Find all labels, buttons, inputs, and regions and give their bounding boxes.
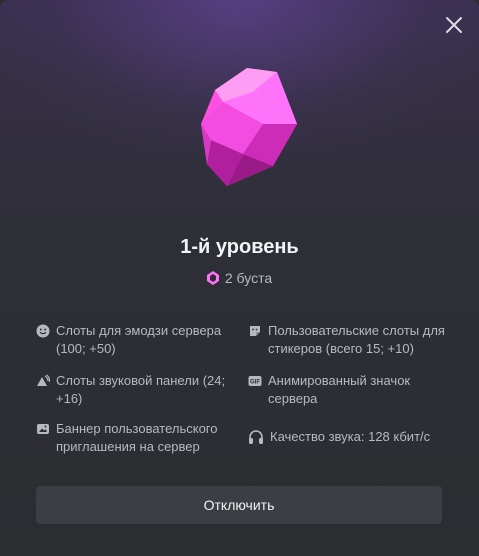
perk-label: Качество звука: 128 кбит/с — [270, 429, 431, 444]
headphones-icon — [249, 430, 263, 444]
tier-title: 1-й уровень — [180, 236, 299, 258]
perk-label: Слоты звуковой панели (24; +16) — [56, 373, 226, 406]
boost-tier-modal: 1-й уровень 2 буста Слоты для эмодзи сер… — [0, 0, 479, 556]
perk-audio-quality: Качество звука: 128 кбит/с — [248, 428, 470, 446]
soundboard-icon — [37, 374, 50, 386]
boost-gem-icon — [201, 68, 297, 186]
perk-animated-icon: GIF Анимированный значок сервера — [248, 372, 448, 408]
boost-count-row: 2 буста — [0, 270, 479, 286]
disable-button[interactable]: Отключить — [36, 486, 442, 524]
gif-icon: GIF — [248, 376, 262, 386]
sticker-icon — [250, 326, 260, 336]
perk-soundboard-slots: Слоты звуковой панели (24; +16) — [36, 372, 236, 408]
perk-sticker-slots: Пользовательские слоты для стикеров (все… — [248, 322, 460, 358]
perk-label: Слоты для эмодзи сервера (100; +50) — [56, 323, 222, 356]
close-icon — [446, 17, 462, 33]
boost-gem-small-icon — [206, 271, 219, 285]
boost-count: 2 буста — [224, 270, 273, 286]
perk-invite-banner: Баннер пользовательского приглашения на … — [36, 420, 236, 456]
emoji-icon — [36, 324, 50, 338]
perk-label: Баннер пользовательского приглашения на … — [56, 421, 218, 454]
banner-icon — [37, 424, 49, 434]
perk-emoji-slots: Слоты для эмодзи сервера (100; +50) — [36, 322, 236, 358]
perk-label: Анимированный значок сервера — [268, 373, 411, 406]
svg-text:GIF: GIF — [250, 380, 260, 386]
close-button[interactable] — [443, 14, 465, 36]
perk-label: Пользовательские слоты для стикеров (все… — [268, 323, 445, 356]
